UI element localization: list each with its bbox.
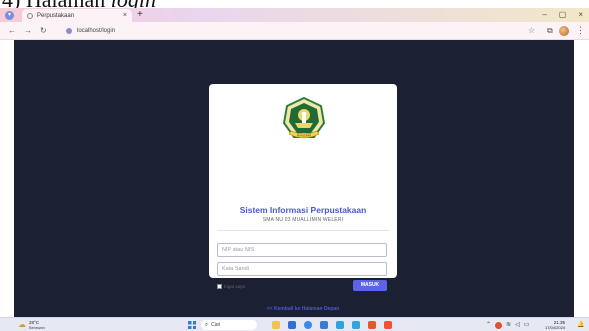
wifi-icon[interactable]: ≋ (506, 321, 511, 329)
battery-icon[interactable]: ▭ (524, 321, 530, 329)
office-icon[interactable] (368, 321, 376, 329)
extensions-icon[interactable]: ⧉ (547, 26, 553, 36)
reload-icon[interactable]: ↻ (40, 26, 47, 36)
photos-icon[interactable] (336, 321, 344, 329)
profile-avatar-icon[interactable] (559, 26, 569, 36)
minimize-button[interactable]: – (542, 10, 546, 20)
page-background: MUALLIMIN Sistem Informasi Perpustakaan … (14, 40, 574, 317)
forward-arrow-icon[interactable]: → (24, 26, 32, 36)
chrome-icon[interactable] (304, 321, 312, 329)
close-window-button[interactable]: × (578, 10, 583, 20)
remember-me[interactable]: Ingat saya (217, 284, 245, 289)
tab-perpustakaan[interactable]: Perpustakaan × (22, 9, 132, 22)
logo-ribbon-text: MUALLIMIN (297, 134, 311, 138)
back-to-home-link[interactable]: << Kembali ke Halaman Depan (209, 306, 397, 312)
login-button[interactable]: MASUK (353, 280, 387, 291)
store-icon[interactable] (320, 321, 328, 329)
git-icon[interactable] (384, 321, 392, 329)
remember-checkbox[interactable] (217, 284, 222, 289)
search-icon: ⌕ (205, 321, 209, 328)
windows-start-icon[interactable] (188, 321, 196, 329)
taskbar: ☁ 28°C Berawan ⌕ Cari ⌃ ≋ ◁ ▭ 21.35 17/0… (0, 317, 589, 331)
url-text: localhost/login (77, 28, 116, 34)
cloud-sun-icon: ☁ (18, 320, 26, 329)
mail-icon[interactable] (288, 321, 296, 329)
app-title: Sistem Informasi Perpustakaan (239, 205, 367, 215)
system-tray: ⌃ ≋ ◁ ▭ (486, 321, 529, 329)
school-logo-icon: MUALLIMIN (282, 96, 326, 139)
chevron-up-icon[interactable]: ⌃ (486, 321, 491, 329)
new-tab-button[interactable]: + (137, 10, 143, 20)
url-field[interactable]: localhost/login (66, 25, 536, 37)
search-label: Cari (211, 322, 221, 328)
school-name: SMA NU 03 MUALLIMIN WELERI (262, 217, 344, 223)
window-controls: – ▢ × (542, 10, 583, 20)
taskbar-apps (272, 321, 392, 329)
nip-nis-input[interactable] (217, 243, 387, 257)
remember-label: Ingat saya (224, 284, 245, 289)
weather-widget[interactable]: ☁ 28°C Berawan (18, 320, 45, 330)
tray-app-icon[interactable] (495, 321, 503, 329)
address-bar-row: ← → ↻ localhost/login ☆ ⧉ ⋮ (0, 22, 589, 40)
site-info-icon[interactable] (66, 28, 72, 34)
bookmark-star-icon[interactable]: ☆ (528, 26, 535, 36)
notification-bell-icon[interactable]: 🔔 (577, 321, 584, 329)
tab-close-icon[interactable]: × (123, 12, 127, 19)
divider (217, 230, 389, 231)
maximize-button[interactable]: ▢ (559, 10, 567, 20)
tab-favicon-icon (27, 12, 33, 19)
clock[interactable]: 21.35 17/04/2024 (545, 320, 565, 330)
login-card: MUALLIMIN Sistem Informasi Perpustakaan … (209, 84, 397, 312)
browser-menu-icon[interactable]: ⋮ (576, 25, 585, 35)
tab-title: Perpustakaan (37, 12, 75, 19)
clock-date: 17/04/2024 (545, 325, 566, 330)
browser-tab-bar: ▾ Perpustakaan × + – ▢ × (0, 8, 589, 22)
telegram-icon[interactable] (352, 321, 360, 329)
volume-icon[interactable]: ◁ (515, 321, 520, 329)
weather-condition: Berawan (29, 325, 45, 330)
file-explorer-icon[interactable] (272, 321, 280, 329)
back-arrow-icon[interactable]: ← (8, 26, 16, 36)
taskbar-search[interactable]: ⌕ Cari (201, 320, 257, 330)
profile-menu-icon[interactable]: ▾ (5, 11, 14, 20)
password-input[interactable] (217, 262, 387, 276)
